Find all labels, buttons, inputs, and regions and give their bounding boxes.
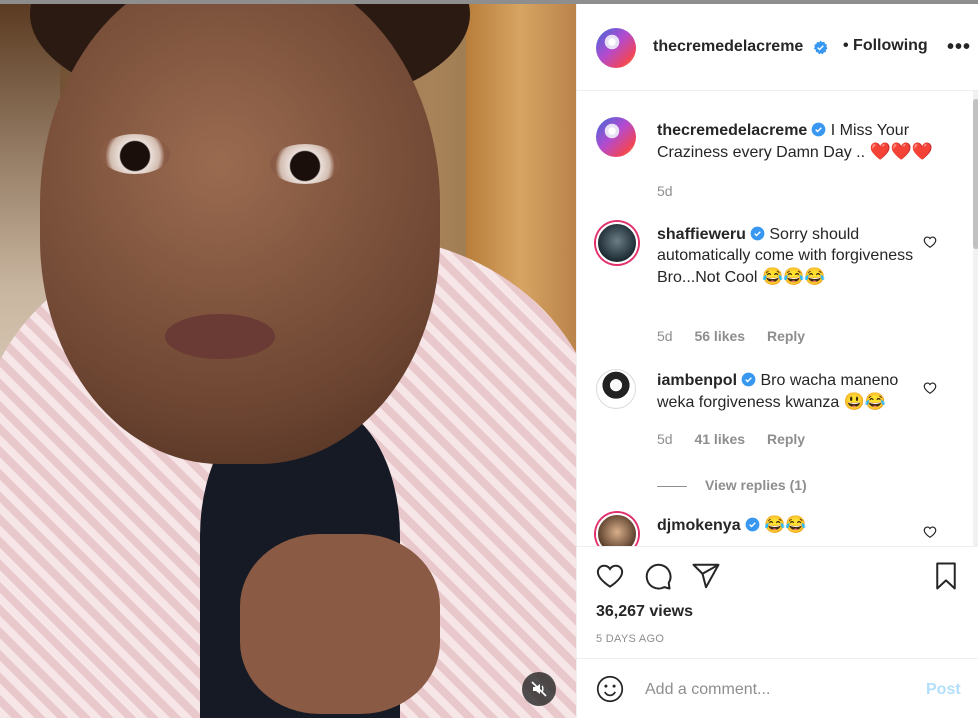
mute-button[interactable] (522, 672, 556, 706)
comment-avatar[interactable] (596, 222, 638, 264)
caption: thecremedelacreme I Miss Your Craziness … (657, 120, 947, 163)
post-date[interactable]: 5 DAYS AGO (596, 633, 664, 645)
comment-meta: 5d 41 likes Reply (657, 431, 805, 447)
verified-badge-icon (741, 372, 756, 387)
more-options-icon[interactable]: ••• (947, 36, 971, 59)
comment-likes[interactable]: 56 likes (694, 328, 745, 344)
comment-avatar[interactable] (596, 513, 638, 546)
verified-badge-icon (811, 122, 826, 137)
post-actions: 36,267 views 5 DAYS AGO (577, 546, 978, 659)
emoji-icon[interactable] (596, 675, 624, 703)
view-count[interactable]: 36,267 views (596, 603, 693, 621)
view-replies-label: View replies (1) (705, 477, 807, 493)
add-comment-input[interactable] (643, 677, 897, 703)
comments-list[interactable]: thecremedelacreme I Miss Your Craziness … (577, 91, 973, 546)
reply-button[interactable]: Reply (767, 328, 805, 344)
comment-time: 5d (657, 328, 673, 344)
caption-emojis: ❤️❤️❤️ (869, 142, 934, 161)
verified-badge-icon (813, 40, 828, 55)
bookmark-icon[interactable] (931, 561, 961, 591)
comment-username[interactable]: shaffieweru (657, 226, 746, 243)
comment-meta: 5d 56 likes Reply (657, 328, 805, 344)
like-comment-heart-icon[interactable] (923, 381, 937, 395)
caption-username[interactable]: thecremedelacreme (657, 122, 807, 139)
comment-icon[interactable] (643, 561, 673, 591)
mute-icon (531, 681, 547, 697)
scrollbar-thumb[interactable] (973, 99, 978, 249)
heart-icon[interactable] (595, 561, 625, 591)
author-avatar[interactable] (596, 28, 636, 68)
comment-time: 5d (657, 431, 673, 447)
comment-username[interactable]: iambenpol (657, 372, 737, 389)
comment-1: shaffieweru Sorry should automatically c… (657, 224, 917, 288)
comment-avatar[interactable] (596, 369, 636, 409)
post-header: thecremedelacreme • Following ••• (577, 4, 978, 91)
like-comment-heart-icon[interactable] (923, 235, 937, 249)
add-comment-bar: Post (577, 658, 978, 719)
caption-time: 5d (657, 183, 673, 199)
comment-likes[interactable]: 41 likes (694, 431, 745, 447)
post-comment-button[interactable]: Post (926, 681, 961, 699)
follow-status-label: Following (853, 37, 928, 54)
comment-username[interactable]: djmokenya (657, 517, 741, 534)
like-comment-heart-icon[interactable] (923, 525, 937, 539)
caption-avatar[interactable] (596, 117, 636, 157)
post-details-panel: thecremedelacreme • Following ••• thecre… (576, 4, 978, 718)
comments-scrollbar[interactable] (973, 91, 978, 546)
author-username[interactable]: thecremedelacreme (653, 38, 803, 56)
follow-status-button[interactable]: • Following (843, 37, 928, 55)
comment-2: iambenpol Bro wacha maneno weka forgiven… (657, 370, 917, 413)
comment-3: djmokenya 😂😂 (657, 514, 917, 536)
post-video[interactable] (0, 4, 576, 718)
comment-emojis: 😂😂 (764, 515, 807, 534)
verified-badge-icon (745, 517, 759, 532)
share-icon[interactable] (691, 561, 721, 591)
comment-emojis: 😃😂 (843, 392, 887, 411)
verified-badge-icon (750, 226, 765, 241)
comment-emojis: 😂😂😂 (761, 267, 826, 286)
view-replies-button[interactable]: View replies (1) (657, 477, 807, 493)
reply-button[interactable]: Reply (767, 431, 805, 447)
